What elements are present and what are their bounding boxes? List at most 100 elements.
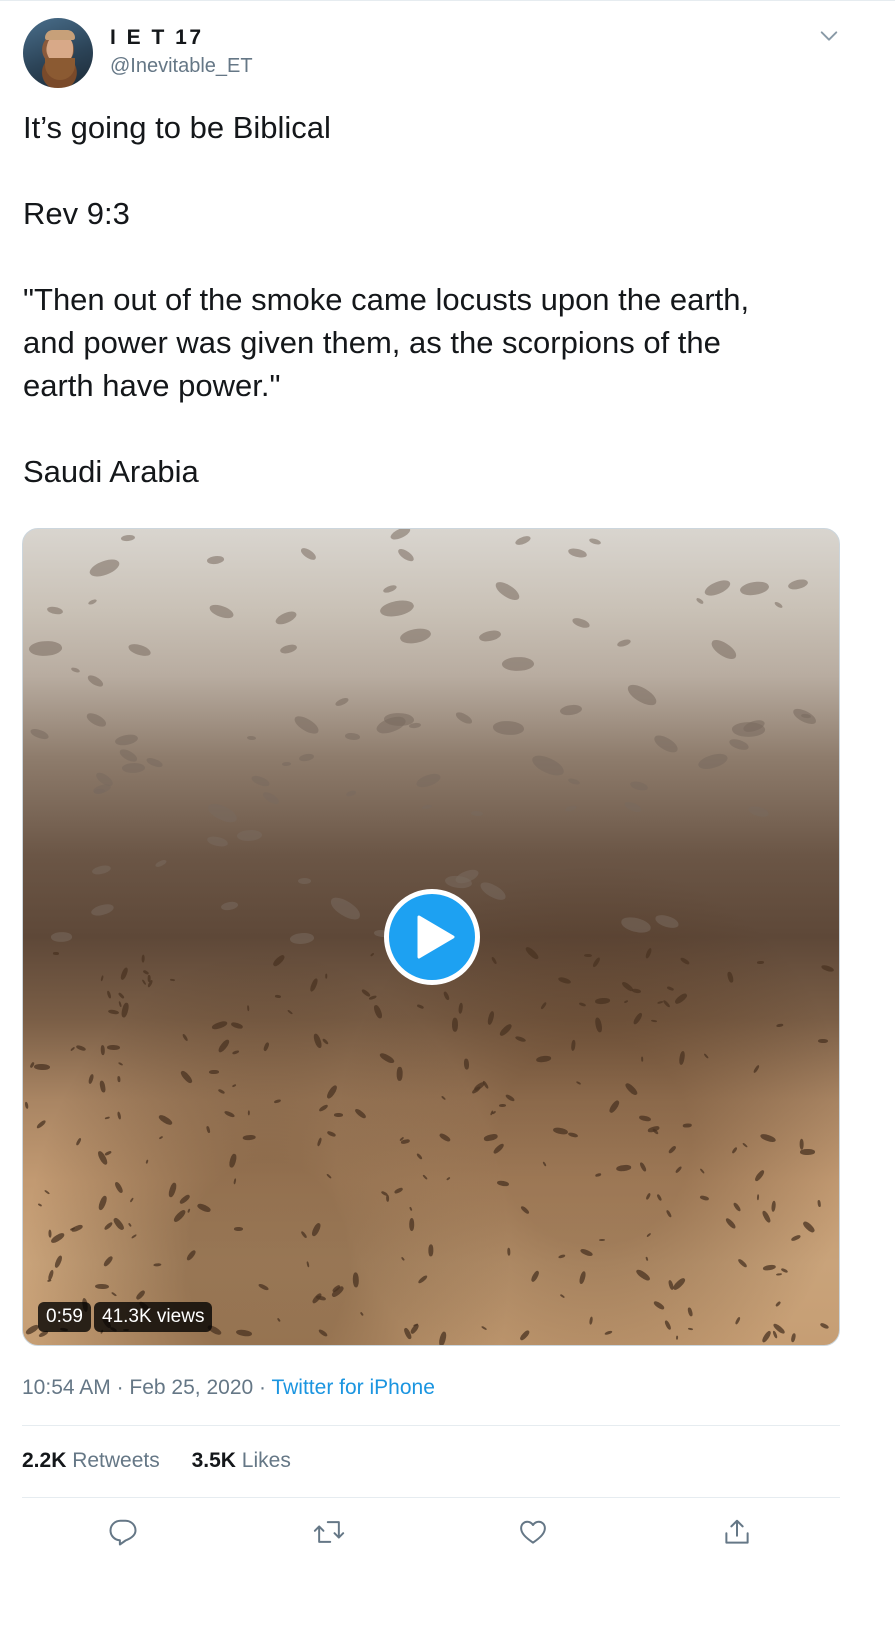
locust-speck [110, 1291, 117, 1297]
locust-speck [428, 1244, 435, 1257]
locust-speck [300, 1230, 308, 1239]
locust-speck [275, 994, 282, 999]
locust-speck [645, 1256, 649, 1262]
share-button[interactable] [719, 1514, 755, 1550]
locust-speck [443, 990, 451, 1001]
locust-speck [102, 1255, 114, 1269]
tweet-source-link[interactable]: Twitter for iPhone [271, 1376, 434, 1399]
locust-speck [623, 1000, 629, 1004]
author-display-name[interactable]: I E T 17 [110, 26, 204, 50]
video-player[interactable]: 0:59 41.3K views [22, 528, 840, 1346]
locust-speck [595, 997, 611, 1004]
locust-speck [641, 1056, 644, 1062]
locust-speck [752, 1063, 761, 1073]
like-button[interactable] [515, 1514, 551, 1550]
locust-wing [786, 576, 808, 592]
tweet-time[interactable]: 10:54 AM [22, 1376, 111, 1399]
locust-wing [567, 547, 588, 559]
locust-speck [699, 1194, 710, 1201]
likes-stat[interactable]: 3.5K Likes [192, 1449, 291, 1473]
locust-speck [158, 1136, 164, 1140]
locust-wing [738, 578, 770, 598]
locust-speck [761, 1209, 772, 1224]
locust-wing [298, 877, 312, 884]
locust-speck [397, 1066, 404, 1081]
locust-wing [529, 752, 567, 779]
tweet-date[interactable]: Feb 25, 2020 [129, 1376, 253, 1399]
locust-wing [93, 788, 105, 795]
locust-wing [471, 811, 484, 817]
locust-speck [817, 1200, 821, 1208]
locust-speck [118, 991, 125, 999]
locust-wing [563, 803, 578, 813]
locust-speck [490, 955, 498, 965]
locust-wing [118, 747, 140, 763]
retweets-stat[interactable]: 2.2K Retweets [22, 1449, 160, 1473]
reply-button[interactable] [105, 1514, 141, 1550]
locust-speck [117, 1076, 121, 1083]
play-button[interactable] [384, 889, 480, 985]
locust-wing [477, 880, 508, 903]
meta-separator: · [110, 1376, 130, 1399]
locust-speck [498, 1104, 506, 1108]
locust-speck [112, 1216, 126, 1232]
top-border [0, 0, 895, 1]
locust-wing [88, 597, 98, 606]
locust-wing [492, 720, 524, 735]
locust-speck [117, 1001, 122, 1008]
avatar[interactable] [23, 18, 93, 88]
locust-wing [696, 749, 729, 773]
locust-wing [773, 601, 785, 610]
locust-speck [583, 953, 592, 958]
locust-speck [415, 1153, 423, 1161]
locust-speck [393, 1187, 404, 1195]
locust-wing [281, 761, 291, 767]
locust-speck [632, 988, 643, 994]
retweet-icon [313, 1521, 345, 1543]
locust-speck [569, 1039, 576, 1051]
locust-speck [327, 1130, 338, 1138]
locust-speck [119, 967, 130, 981]
locust-speck [114, 1181, 125, 1195]
locust-speck [650, 1019, 657, 1023]
locust-speck [441, 1095, 447, 1101]
locust-wing [790, 706, 819, 727]
locust-wing [120, 533, 136, 543]
locust-speck [662, 999, 671, 1009]
locust-speck [772, 1330, 779, 1340]
tweet-line: and power was given them, as the scorpio… [23, 325, 721, 360]
locust-wing [114, 732, 139, 748]
locust-speck [352, 1272, 359, 1288]
retweet-button[interactable] [311, 1514, 347, 1550]
locust-speck [231, 1050, 240, 1055]
locust-speck [774, 1301, 782, 1308]
locust-speck [576, 1080, 582, 1085]
author-handle[interactable]: @Inevitable_ET [110, 55, 253, 78]
locust-speck [273, 1099, 281, 1104]
locust-speck [185, 1249, 198, 1262]
locust-speck [211, 1020, 229, 1031]
locust-wing [622, 800, 643, 814]
locust-speck [615, 1164, 632, 1172]
locust-wing [291, 713, 322, 737]
locust-speck [672, 1276, 688, 1291]
locust-speck [770, 1200, 777, 1213]
locust-speck [482, 1080, 490, 1090]
locust-speck [271, 954, 286, 968]
locust-speck [760, 1329, 772, 1344]
locust-wing [708, 636, 739, 661]
chevron-down-icon[interactable] [818, 25, 840, 47]
locust-wing [570, 617, 591, 630]
locust-speck [724, 1216, 738, 1231]
locust-speck [798, 1138, 804, 1150]
locust-wing [382, 583, 398, 595]
locust-speck [673, 991, 689, 1005]
locust-speck [491, 1111, 497, 1115]
locust-speck [557, 975, 572, 986]
locust-wing [127, 642, 153, 658]
locust-speck [603, 1329, 613, 1336]
locust-speck [206, 1125, 211, 1133]
locust-wing [89, 900, 115, 919]
locust-wing [728, 737, 750, 751]
locust-speck [49, 1231, 66, 1245]
